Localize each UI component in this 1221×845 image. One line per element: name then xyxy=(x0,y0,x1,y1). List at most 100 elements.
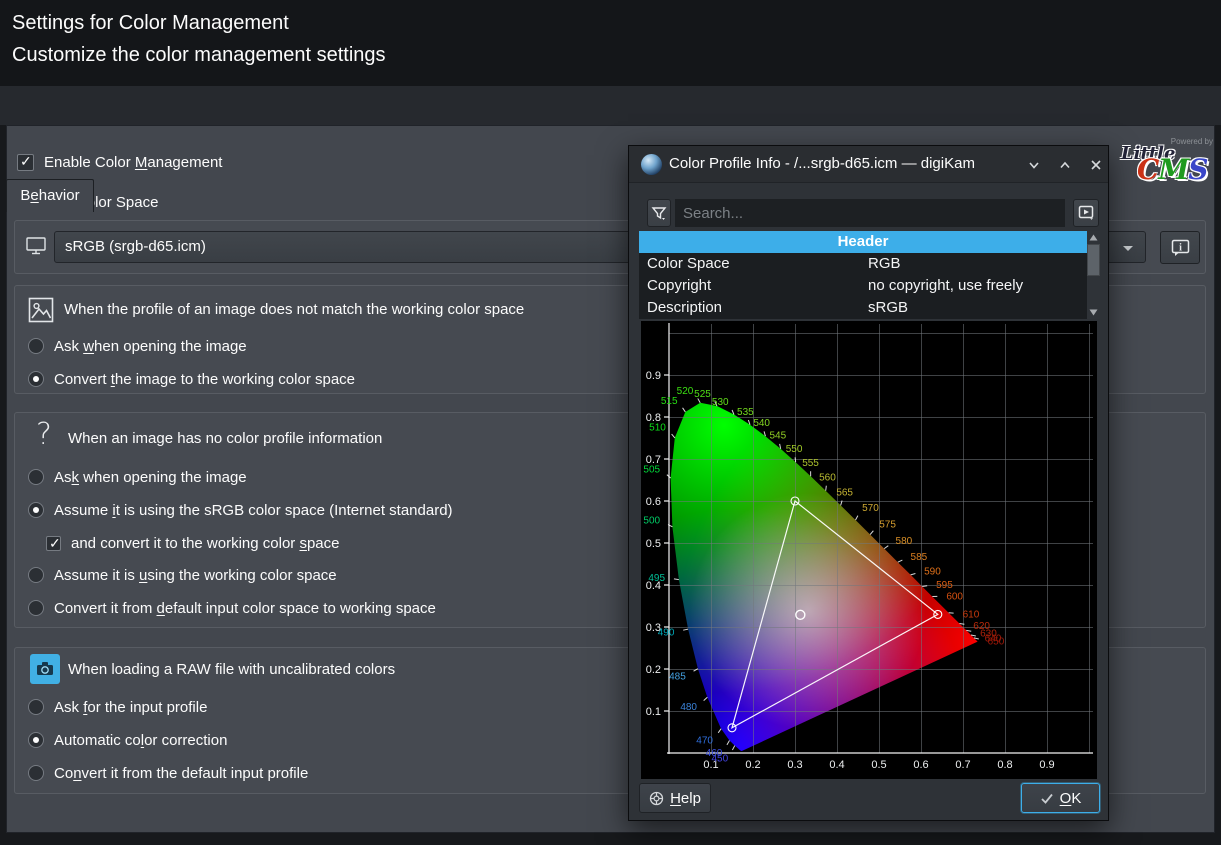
check-icon xyxy=(1040,792,1054,805)
maximize-button[interactable] xyxy=(1056,156,1074,174)
svg-text:525: 525 xyxy=(694,389,711,400)
svg-text:490: 490 xyxy=(658,628,675,639)
svg-text:0.3: 0.3 xyxy=(787,759,802,771)
svg-text:535: 535 xyxy=(737,407,754,418)
display-icon xyxy=(26,237,46,255)
svg-text:580: 580 xyxy=(896,536,913,547)
page-title: Settings for Color Management xyxy=(12,12,289,35)
svg-text:0.2: 0.2 xyxy=(745,759,760,771)
cie-chart-svg: 0.10.20.30.40.50.60.70.80.90.10.20.30.40… xyxy=(641,321,1097,779)
checkbox-indicator[interactable] xyxy=(17,154,34,171)
close-button[interactable] xyxy=(1087,156,1105,174)
chevron-up-icon xyxy=(1058,158,1072,172)
help-lifebuoy-icon xyxy=(649,791,664,806)
radio-indicator[interactable] xyxy=(28,469,44,485)
svg-text:520: 520 xyxy=(677,386,694,397)
color-profile-info-dialog: Color Profile Info - /...srgb-d65.icm — … xyxy=(628,145,1109,821)
svg-text:0.4: 0.4 xyxy=(829,759,844,771)
svg-text:530: 530 xyxy=(712,397,729,408)
svg-text:0.7: 0.7 xyxy=(955,759,970,771)
svg-text:550: 550 xyxy=(786,444,803,455)
help-button[interactable]: Help xyxy=(639,783,711,813)
svg-text:0.6: 0.6 xyxy=(646,496,661,508)
svg-text:585: 585 xyxy=(911,552,928,563)
svg-text:460: 460 xyxy=(706,748,723,759)
svg-text:595: 595 xyxy=(936,580,953,591)
ok-button[interactable]: OK xyxy=(1021,783,1100,813)
radio-convert-to-working-space[interactable]: Convert the image to the working color s… xyxy=(28,369,355,389)
svg-text:540: 540 xyxy=(753,418,770,429)
profile-sphere-icon xyxy=(641,154,662,175)
tab-bar: Behavior Profiles Advanced xyxy=(0,86,1221,125)
radio-indicator[interactable] xyxy=(28,567,44,583)
checkbox-indicator[interactable] xyxy=(46,536,61,551)
combobox-value: sRGB (srgb-d65.icm) xyxy=(65,238,206,255)
svg-text:i: i xyxy=(1179,242,1182,253)
radio-indicator[interactable] xyxy=(28,699,44,715)
dialog-title: Color Profile Info - /...srgb-d65.icm — … xyxy=(669,155,975,172)
checkbox-convert-to-working[interactable]: and convert it to the working color spac… xyxy=(46,533,339,553)
little-cms-logo: Powered by Little CMS xyxy=(1115,137,1215,191)
powered-by-label: Powered by xyxy=(1171,137,1213,146)
group-heading: When an image has no color profile infor… xyxy=(68,430,382,447)
table-scrollbar[interactable] xyxy=(1087,231,1100,319)
profile-properties-table[interactable]: Header Color Space RGB Copyright no copy… xyxy=(639,231,1100,319)
radio-indicator[interactable] xyxy=(28,765,44,781)
svg-text:0.6: 0.6 xyxy=(913,759,928,771)
radio-indicator[interactable] xyxy=(28,371,44,387)
svg-text:0.2: 0.2 xyxy=(646,664,661,676)
radio-assume-srgb[interactable]: Assume it is using the sRGB color space … xyxy=(28,500,453,520)
radio-indicator[interactable] xyxy=(28,338,44,354)
filter-funnel-icon xyxy=(651,205,667,221)
svg-text:505: 505 xyxy=(643,464,660,475)
minimize-button[interactable] xyxy=(1025,156,1043,174)
settings-header: Settings for Color Management Customize … xyxy=(0,0,1221,86)
radio-indicator[interactable] xyxy=(28,502,44,518)
enable-color-management-checkbox[interactable]: Enable Color Management xyxy=(17,152,222,172)
question-icon: ? xyxy=(36,417,52,452)
table-row[interactable]: Color Space RGB xyxy=(639,253,1087,275)
info-icon: i xyxy=(1171,239,1190,257)
svg-text:485: 485 xyxy=(669,671,686,682)
svg-text:470: 470 xyxy=(696,736,713,747)
table-row[interactable]: Description sRGB xyxy=(639,297,1087,319)
svg-text:480: 480 xyxy=(680,702,697,713)
radio-ask-when-opening-noprofile[interactable]: Ask when opening the image xyxy=(28,467,247,487)
radio-ask-when-opening-mismatch[interactable]: Ask when opening the image xyxy=(28,336,247,356)
svg-text:510: 510 xyxy=(649,423,666,434)
svg-text:515: 515 xyxy=(661,396,678,407)
radio-automatic-color-correction[interactable]: Automatic color correction xyxy=(28,730,227,750)
radio-assume-working-space[interactable]: Assume it is using the working color spa… xyxy=(28,565,337,585)
panel-expand-icon xyxy=(1078,205,1095,221)
chevron-down-icon xyxy=(1123,246,1133,251)
svg-text:560: 560 xyxy=(819,472,836,483)
radio-convert-from-default-input[interactable]: Convert it from default input color spac… xyxy=(28,598,436,618)
radio-indicator[interactable] xyxy=(28,600,44,616)
tab-behavior[interactable]: Behavior xyxy=(6,179,94,212)
profile-info-button[interactable]: i xyxy=(1160,231,1200,264)
radio-convert-default-input-profile[interactable]: Convert it from the default input profil… xyxy=(28,763,308,783)
cie-chromaticity-chart: 0.10.20.30.40.50.60.70.80.90.10.20.30.40… xyxy=(641,321,1097,779)
radio-indicator[interactable] xyxy=(28,732,44,748)
svg-text:650: 650 xyxy=(988,636,1005,647)
expand-panel-button[interactable] xyxy=(1073,199,1099,227)
chevron-down-icon xyxy=(1027,158,1041,172)
svg-text:545: 545 xyxy=(769,431,786,442)
scroll-down-icon[interactable] xyxy=(1087,306,1100,319)
checkbox-label: Enable Color Management xyxy=(44,154,222,171)
scrollbar-thumb[interactable] xyxy=(1087,244,1100,276)
svg-text:0.9: 0.9 xyxy=(646,370,661,382)
radio-ask-input-profile[interactable]: Ask for the input profile xyxy=(28,697,207,717)
svg-text:565: 565 xyxy=(836,487,853,498)
dialog-titlebar[interactable]: Color Profile Info - /...srgb-d65.icm — … xyxy=(629,146,1108,183)
table-header: Header xyxy=(639,231,1087,253)
group-heading: When loading a RAW file with uncalibrate… xyxy=(68,661,395,678)
svg-text:495: 495 xyxy=(648,573,665,584)
table-row[interactable]: Copyright no copyright, use freely xyxy=(639,275,1087,297)
svg-text:0.1: 0.1 xyxy=(646,706,661,718)
application-window: Settings for Color Management Customize … xyxy=(0,0,1221,845)
filter-menu-button[interactable] xyxy=(647,199,671,227)
scroll-up-icon[interactable] xyxy=(1087,231,1100,244)
svg-text:600: 600 xyxy=(946,591,963,602)
search-input[interactable] xyxy=(675,199,1065,227)
